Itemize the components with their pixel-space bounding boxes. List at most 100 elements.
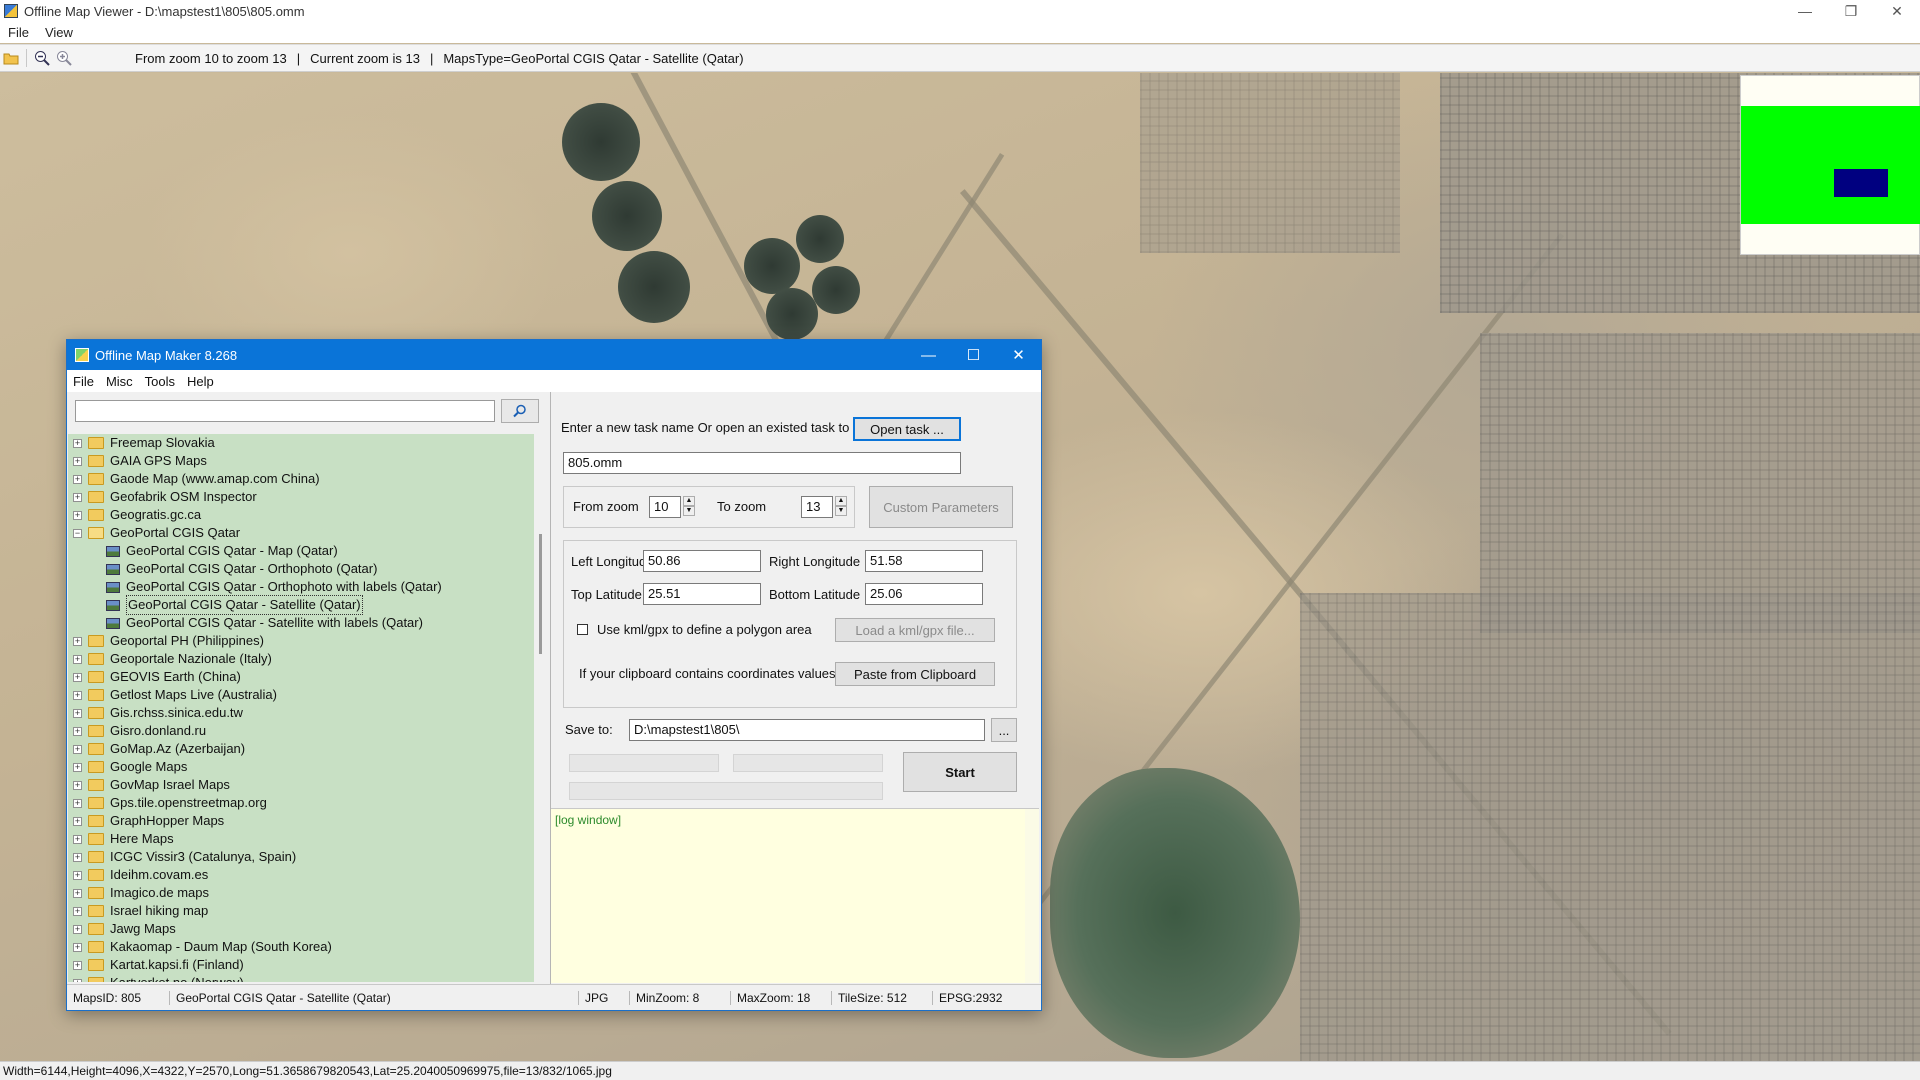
expand-icon[interactable]: + <box>73 960 82 970</box>
to-zoom-field[interactable]: 13 <box>801 496 833 518</box>
expand-icon[interactable]: + <box>73 438 82 448</box>
expand-icon[interactable]: + <box>73 816 82 826</box>
menu-view[interactable]: View <box>37 25 81 40</box>
expand-icon[interactable]: + <box>73 474 82 484</box>
tree-group-item[interactable]: + Geoportal PH (Philippines) <box>68 632 534 650</box>
dialog-menu-file[interactable]: File <box>67 374 100 389</box>
tree-group-item[interactable]: + Gisro.donland.ru <box>68 722 534 740</box>
tree-group-item[interactable]: + Imagico.de maps <box>68 884 534 902</box>
expand-icon[interactable]: + <box>73 942 82 952</box>
expand-icon[interactable]: + <box>73 636 82 646</box>
minimap-viewport[interactable] <box>1834 169 1888 197</box>
minimize-button[interactable]: — <box>1782 0 1828 22</box>
tree-group-item[interactable]: + Freemap Slovakia <box>68 434 534 452</box>
browse-button[interactable]: ... <box>991 718 1017 742</box>
expand-icon[interactable]: + <box>73 654 82 664</box>
tree-group-item[interactable]: + Gaode Map (www.amap.com China) <box>68 470 534 488</box>
tree-group-item[interactable]: + GovMap Israel Maps <box>68 776 534 794</box>
top-latitude-field[interactable]: 25.51 <box>643 583 761 605</box>
expand-icon[interactable]: + <box>73 978 82 982</box>
expand-icon[interactable]: + <box>73 888 82 898</box>
expand-icon[interactable]: + <box>73 870 82 880</box>
overview-minimap[interactable] <box>1740 75 1920 255</box>
tree-group-item[interactable]: − GeoPortal CGIS Qatar <box>68 524 534 542</box>
expand-icon[interactable]: + <box>73 780 82 790</box>
expand-icon[interactable]: + <box>73 852 82 862</box>
menu-file[interactable]: File <box>0 25 37 40</box>
maximize-button[interactable]: ❐ <box>1828 0 1874 22</box>
kml-polygon-checkbox[interactable] <box>577 624 588 635</box>
dialog-close-button[interactable]: ✕ <box>996 340 1041 370</box>
expand-icon[interactable]: + <box>73 834 82 844</box>
bottom-latitude-field[interactable]: 25.06 <box>865 583 983 605</box>
dialog-maximize-button[interactable]: ☐ <box>951 340 996 370</box>
tree-group-item[interactable]: + Gps.tile.openstreetmap.org <box>68 794 534 812</box>
custom-parameters-button[interactable]: Custom Parameters <box>869 486 1013 528</box>
expand-icon[interactable]: + <box>73 906 82 916</box>
tree-group-item[interactable]: + GAIA GPS Maps <box>68 452 534 470</box>
expand-icon[interactable]: + <box>73 456 82 466</box>
dialog-menu-tools[interactable]: Tools <box>139 374 181 389</box>
log-window[interactable]: [log window] <box>551 808 1039 983</box>
tree-group-item[interactable]: + Israel hiking map <box>68 902 534 920</box>
tree-group-item[interactable]: + Here Maps <box>68 830 534 848</box>
tree-group-item[interactable]: + Getlost Maps Live (Australia) <box>68 686 534 704</box>
expand-icon[interactable]: + <box>73 510 82 520</box>
tree-map-item[interactable]: GeoPortal CGIS Qatar - Satellite with la… <box>68 614 534 632</box>
collapse-icon[interactable]: − <box>73 528 82 538</box>
expand-icon[interactable]: + <box>73 708 82 718</box>
dialog-menu-help[interactable]: Help <box>181 374 220 389</box>
tree-map-item[interactable]: GeoPortal CGIS Qatar - Orthophoto with l… <box>68 578 534 596</box>
open-task-button[interactable]: Open task ... <box>853 417 961 441</box>
tree-group-item[interactable]: + Ideihm.covam.es <box>68 866 534 884</box>
tree-scrollbar[interactable] <box>535 434 549 982</box>
tree-group-item[interactable]: + Kakaomap - Daum Map (South Korea) <box>68 938 534 956</box>
tree-group-item[interactable]: + Geogratis.gc.ca <box>68 506 534 524</box>
expand-icon[interactable]: + <box>73 924 82 934</box>
expand-icon[interactable]: + <box>73 690 82 700</box>
tree-map-item[interactable]: GeoPortal CGIS Qatar - Orthophoto (Qatar… <box>68 560 534 578</box>
tree-group-item[interactable]: + Geofabrik OSM Inspector <box>68 488 534 506</box>
spin-up-icon[interactable]: ▲ <box>683 496 695 506</box>
from-zoom-field[interactable]: 10 <box>649 496 681 518</box>
open-folder-icon[interactable] <box>0 47 22 69</box>
spin-down-icon[interactable]: ▼ <box>683 506 695 516</box>
dialog-minimize-button[interactable]: — <box>906 340 951 370</box>
expand-icon[interactable]: + <box>73 762 82 772</box>
to-zoom-spinner[interactable]: ▲ ▼ <box>835 496 847 516</box>
spin-up-icon[interactable]: ▲ <box>835 496 847 506</box>
zoom-in-icon[interactable] <box>53 47 75 69</box>
tree-group-item[interactable]: + Geoportale Nazionale (Italy) <box>68 650 534 668</box>
tree-group-item[interactable]: + Gis.rchss.sinica.edu.tw <box>68 704 534 722</box>
from-zoom-spinner[interactable]: ▲ ▼ <box>683 496 695 516</box>
tree-scroll-thumb[interactable] <box>539 534 542 654</box>
left-longitude-field[interactable]: 50.86 <box>643 550 761 572</box>
task-name-field[interactable]: 805.omm <box>563 452 961 474</box>
tree-group-item[interactable]: + GoMap.Az (Azerbaijan) <box>68 740 534 758</box>
tree-group-item[interactable]: + Jawg Maps <box>68 920 534 938</box>
save-path-field[interactable]: D:\mapstest1\805\ <box>629 719 985 741</box>
expand-icon[interactable]: + <box>73 744 82 754</box>
zoom-out-icon[interactable] <box>31 47 53 69</box>
expand-icon[interactable]: + <box>73 672 82 682</box>
close-button[interactable]: ✕ <box>1874 0 1920 22</box>
expand-icon[interactable]: + <box>73 726 82 736</box>
tree-group-item[interactable]: + Kartat.kapsi.fi (Finland) <box>68 956 534 974</box>
start-button[interactable]: Start <box>903 752 1017 792</box>
spin-down-icon[interactable]: ▼ <box>835 506 847 516</box>
maps-tree[interactable]: + Freemap Slovakia + GAIA GPS Maps + Gaode Ma… <box>68 434 534 982</box>
tree-map-item[interactable]: GeoPortal CGIS Qatar - Map (Qatar) <box>68 542 534 560</box>
right-longitude-field[interactable]: 51.58 <box>865 550 983 572</box>
tree-group-item[interactable]: + GEOVIS Earth (China) <box>68 668 534 686</box>
paste-clipboard-button[interactable]: Paste from Clipboard <box>835 662 995 686</box>
log-scrollbar[interactable] <box>1025 809 1039 983</box>
expand-icon[interactable]: + <box>73 798 82 808</box>
load-kml-button[interactable]: Load a kml/gpx file... <box>835 618 995 642</box>
tree-group-item[interactable]: + ICGC Vissir3 (Catalunya, Spain) <box>68 848 534 866</box>
expand-icon[interactable]: + <box>73 492 82 502</box>
tree-group-item[interactable]: + Kartverket.no (Norway) <box>68 974 534 982</box>
maps-search-input[interactable] <box>75 400 495 422</box>
tree-map-item[interactable]: GeoPortal CGIS Qatar - Satellite (Qatar) <box>68 595 534 615</box>
tree-group-item[interactable]: + Google Maps <box>68 758 534 776</box>
search-button[interactable] <box>501 399 539 423</box>
